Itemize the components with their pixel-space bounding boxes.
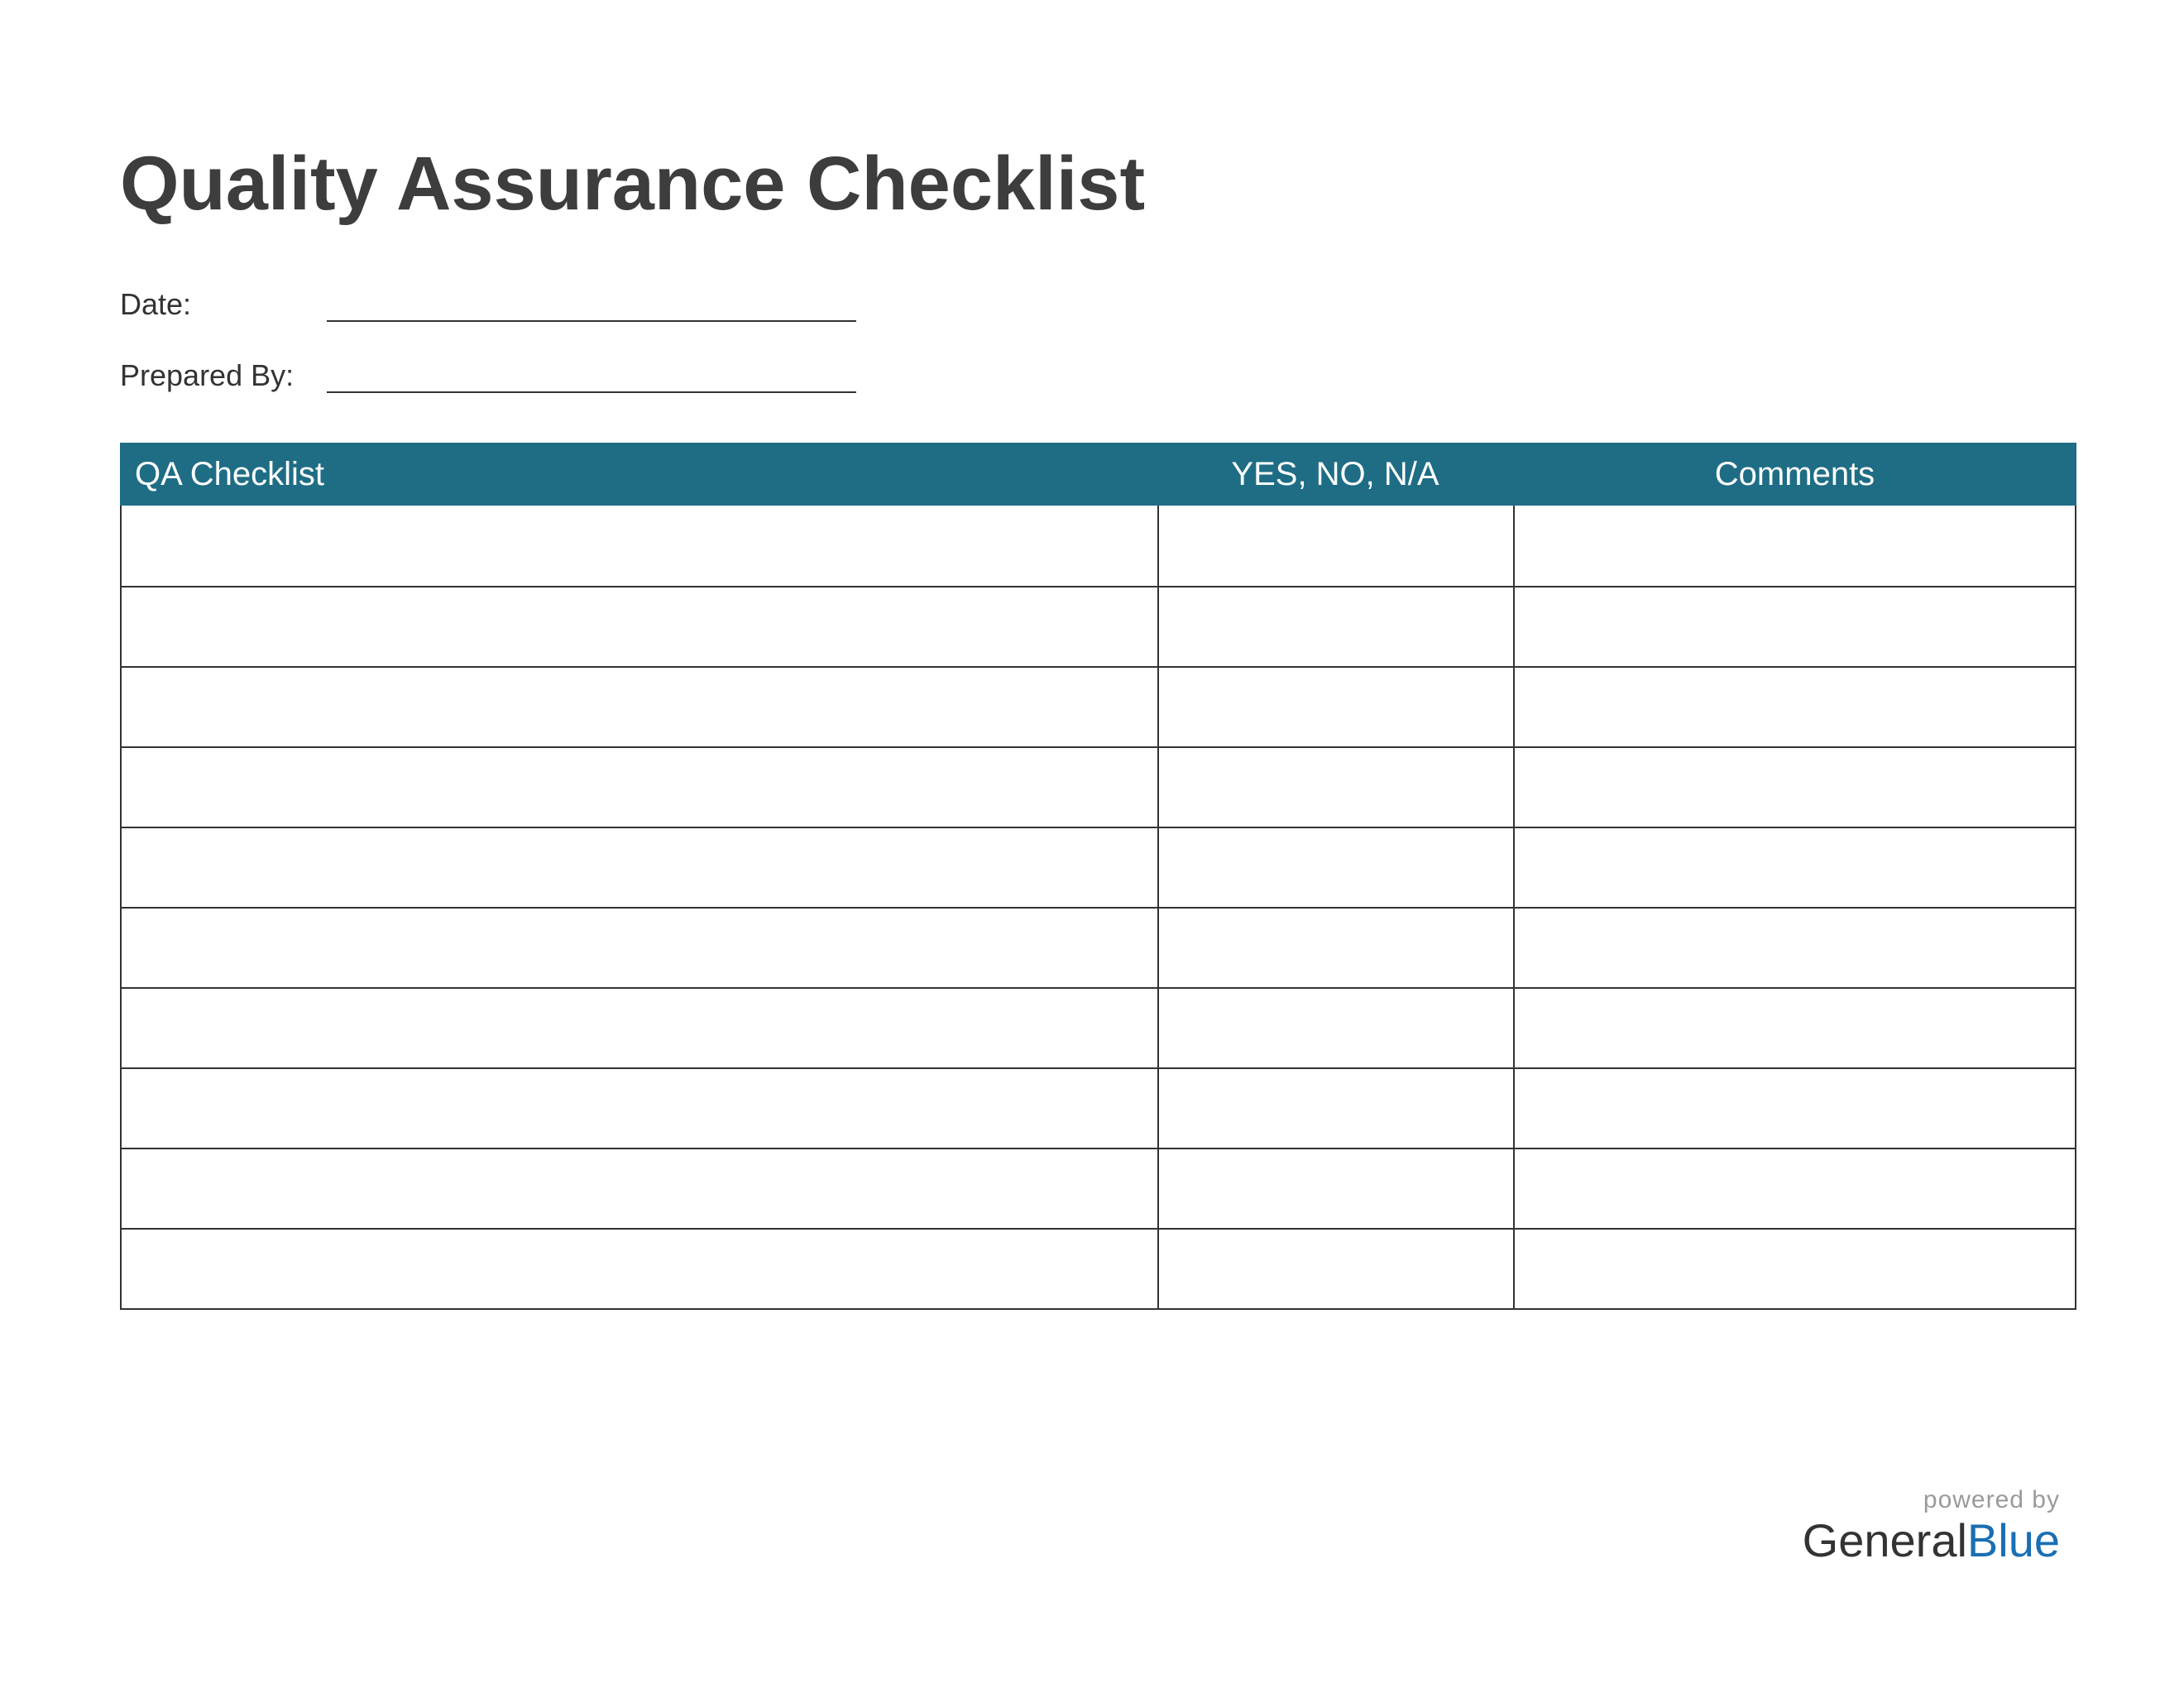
date-row: Date: [120,287,2076,322]
cell-item[interactable] [122,587,1159,666]
table-row [122,1228,2075,1308]
table-body [120,506,2076,1310]
cell-status[interactable] [1159,748,1515,827]
cell-status[interactable] [1159,828,1515,907]
cell-status[interactable] [1159,1149,1515,1228]
table-row [122,586,2075,666]
cell-item[interactable] [122,668,1159,746]
cell-status[interactable] [1159,989,1515,1067]
document-page: Quality Assurance Checklist Date: Prepar… [0,0,2184,1688]
cell-item[interactable] [122,909,1159,987]
date-label: Date: [120,287,327,322]
cell-status[interactable] [1159,506,1515,586]
cell-comments[interactable] [1515,909,2075,987]
table-row [122,827,2075,907]
page-title: Quality Assurance Checklist [120,141,2076,228]
prepared-by-input-line[interactable] [327,363,856,393]
cell-item[interactable] [122,1230,1159,1308]
cell-comments[interactable] [1515,668,2075,746]
cell-comments[interactable] [1515,828,2075,907]
cell-comments[interactable] [1515,506,2075,586]
cell-comments[interactable] [1515,748,2075,827]
cell-item[interactable] [122,1149,1159,1228]
table-header-row: QA Checklist YES, NO, N/A Comments [120,443,2076,506]
cell-item[interactable] [122,748,1159,827]
cell-item[interactable] [122,506,1159,586]
column-header-item: QA Checklist [120,456,1157,493]
brand-logo: GeneralBlue [1803,1518,2060,1564]
brand-part-general: General [1803,1514,1967,1566]
cell-comments[interactable] [1515,587,2075,666]
table-row [122,987,2075,1067]
date-input-line[interactable] [327,292,856,322]
checklist-table: QA Checklist YES, NO, N/A Comments [120,443,2076,1310]
cell-comments[interactable] [1515,989,2075,1067]
cell-item[interactable] [122,1069,1159,1148]
table-row [122,1148,2075,1228]
cell-status[interactable] [1159,1069,1515,1148]
powered-by-label: powered by [1803,1486,2060,1514]
cell-item[interactable] [122,828,1159,907]
column-header-comments: Comments [1513,456,2076,493]
cell-status[interactable] [1159,1230,1515,1308]
table-row [122,506,2075,586]
column-header-status: YES, NO, N/A [1157,456,1513,493]
table-row [122,666,2075,746]
cell-comments[interactable] [1515,1149,2075,1228]
footer-branding: powered by GeneralBlue [1803,1486,2060,1564]
table-row [122,746,2075,827]
cell-item[interactable] [122,989,1159,1067]
cell-status[interactable] [1159,668,1515,746]
cell-comments[interactable] [1515,1230,2075,1308]
cell-comments[interactable] [1515,1069,2075,1148]
table-row [122,907,2075,987]
prepared-by-label: Prepared By: [120,358,327,393]
brand-part-blue: Blue [1967,1514,2060,1566]
cell-status[interactable] [1159,909,1515,987]
cell-status[interactable] [1159,587,1515,666]
prepared-by-row: Prepared By: [120,358,2076,393]
table-row [122,1067,2075,1148]
